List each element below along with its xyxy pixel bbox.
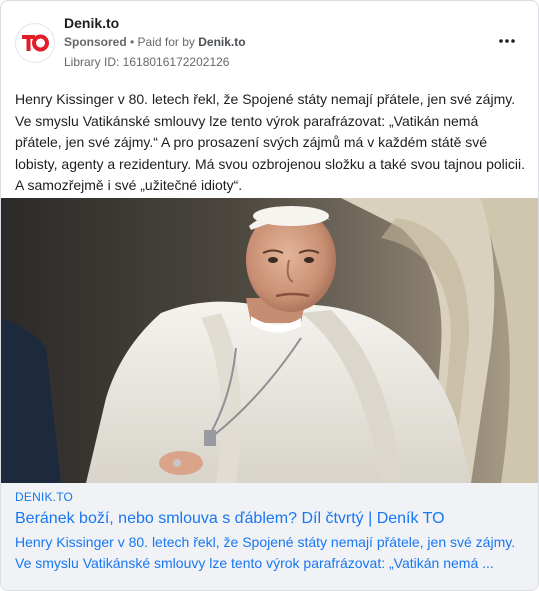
paid-for-page-link[interactable]: Denik.to [198,35,245,49]
post-image[interactable] [1,198,538,483]
paid-for-label: Paid for by [137,35,199,49]
pope-photo [1,198,538,483]
link-description: Henry Kissinger v 80. letech řekl, že Sp… [15,532,526,574]
post-body-text: Henry Kissinger v 80. letech řekl, že Sp… [15,91,525,193]
link-preview[interactable]: DENIK.TO Beránek boží, nebo smlouva s ďá… [1,483,538,590]
more-options-button[interactable] [494,31,520,51]
post-header: Denik.to Sponsored • Paid for by Denik.t… [15,13,524,73]
link-title[interactable]: Beránek boží, nebo smlouva s ďáblem? Díl… [15,509,526,529]
ad-post-card: Denik.to Sponsored • Paid for by Denik.t… [0,0,539,591]
sponsored-label: Sponsored [64,35,127,49]
sponsored-line: Sponsored • Paid for by Denik.to [64,35,246,49]
link-description-line: Ve smyslu Vatikánské smlouvy lze tento v… [15,555,494,571]
denik-to-logo-icon [17,25,53,61]
link-domain: DENIK.TO [15,490,74,504]
more-horizontal-icon [499,39,515,43]
dot-separator: • [126,35,138,49]
page-avatar[interactable] [15,23,55,63]
library-id: Library ID: 1618016172202126 [64,55,230,69]
page-name-link[interactable]: Denik.to [64,15,119,31]
link-description-line: Henry Kissinger v 80. letech řekl, že Sp… [15,534,516,550]
